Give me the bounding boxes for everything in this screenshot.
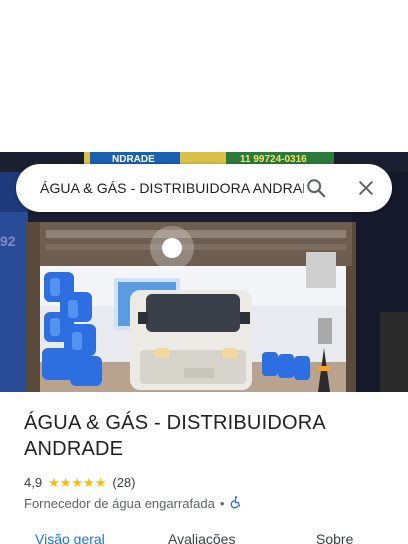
category-row: Fornecedor de água engarrafada •	[24, 494, 243, 512]
separator: •	[219, 495, 225, 511]
star-icon: ★	[94, 474, 107, 490]
rating-row[interactable]: 4,9 ★ ★ ★ ★ ★ (28)	[24, 473, 135, 491]
place-category: Fornecedor de água engarrafada	[24, 495, 215, 511]
search-icon[interactable]	[302, 174, 330, 202]
tab-overview[interactable]: Visão geral	[35, 530, 105, 544]
star-rating: ★ ★ ★ ★ ★	[48, 476, 106, 489]
wheelchair-accessible-icon	[229, 495, 243, 512]
star-icon: ★	[59, 474, 72, 490]
search-input[interactable]: ÁGUA & GÁS - DISTRIBUIDORA ANDRADE	[40, 164, 304, 212]
star-icon: ★	[83, 474, 95, 490]
tab-reviews[interactable]: Avaliações	[168, 530, 235, 544]
search-bar[interactable]: ÁGUA & GÁS - DISTRIBUIDORA ANDRADE	[16, 164, 392, 212]
rating-value: 4,9	[24, 474, 43, 490]
place-title: ÁGUA & GÁS - DISTRIBUIDORA ANDRADE	[24, 412, 325, 460]
review-count[interactable]: (28)	[112, 475, 135, 490]
blank-top-area	[0, 0, 408, 152]
place-info-panel: ÁGUA & GÁS - DISTRIBUIDORA ANDRADE 4,9 ★…	[0, 392, 408, 544]
place-tabs: Visão geral Avaliações Sobre	[0, 530, 408, 544]
star-icon: ★	[71, 474, 84, 490]
tab-about[interactable]: Sobre	[316, 530, 353, 544]
wall-number: 92	[0, 233, 16, 249]
star-icon: ★	[48, 474, 60, 490]
close-icon[interactable]	[352, 174, 380, 202]
